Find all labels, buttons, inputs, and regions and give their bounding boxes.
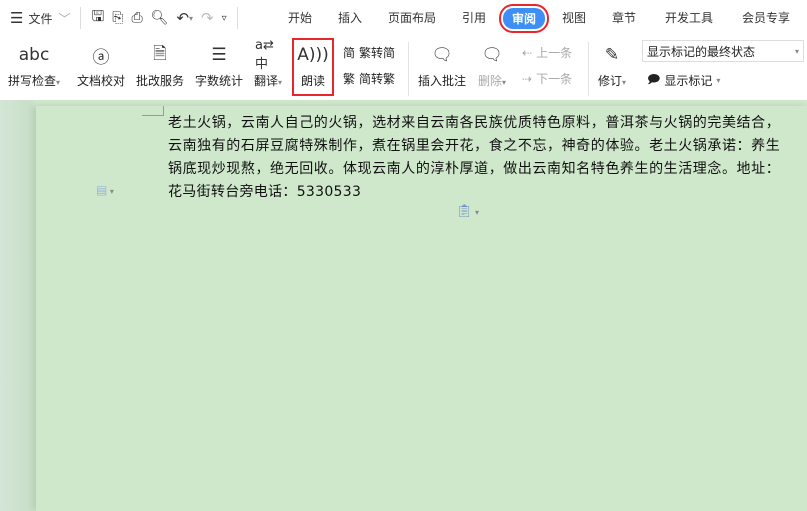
comment-delete-icon: 🗨 <box>481 45 503 65</box>
correction-service-label: 批改服务 <box>136 74 185 88</box>
tab-home[interactable]: 开始 <box>288 9 312 26</box>
translate-label: 翻译 <box>254 74 279 88</box>
document-check-icon: 🗎 <box>153 43 167 64</box>
word-count-icon: ☰ <box>211 45 227 65</box>
simp-to-trad-icon: 繁 <box>343 72 356 86</box>
translate-button[interactable]: a⇄中 翻译▾ <box>254 38 282 89</box>
prev-comment-button[interactable]: ⇠ 上一条 <box>522 44 572 61</box>
delete-comment-button[interactable]: 🗨 删除▾ <box>478 42 506 89</box>
trad-to-simp-button[interactable]: 简繁转简 <box>343 44 395 61</box>
simp-to-trad-button[interactable]: 繁简转繁 <box>343 70 395 87</box>
show-markup-label: 显示标记 <box>664 74 713 88</box>
translate-icon: a⇄中 <box>255 38 274 72</box>
track-changes-icon: ✎ <box>604 45 620 65</box>
print-preview-icon[interactable]: 🔍︎ <box>147 6 173 30</box>
correction-service-button[interactable]: 🗎 批改服务 <box>136 42 184 89</box>
file-menu[interactable]: ☰ 文件 ﹀ <box>6 6 74 30</box>
proofread-button[interactable]: ⓐ 文档校对 <box>77 42 125 89</box>
read-aloud-label: 朗读 <box>300 74 325 88</box>
paragraph-layout-icon[interactable]: ▤ ▾ <box>96 183 114 197</box>
hamburger-icon: ☰ <box>10 9 24 27</box>
save-icon[interactable]: 🖫 <box>87 6 108 30</box>
file-menu-label: 文件 <box>28 11 53 26</box>
word-count-label: 字数统计 <box>195 74 244 88</box>
spell-check-icon: abc <box>18 45 50 65</box>
delete-label: 删除 <box>478 74 503 88</box>
tab-insert[interactable]: 插入 <box>338 9 362 26</box>
track-changes-label: 修订 <box>598 74 623 88</box>
document-page[interactable]: ▤ ▾ 老土火锅，云南人自己的火锅，选材来自云南各民族优质特色原料，普洱茶与火锅… <box>36 106 807 511</box>
next-label: 下一条 <box>536 72 573 86</box>
spell-check-label: 拼写检查 <box>8 74 57 88</box>
trad-to-simp-label: 繁转简 <box>359 46 396 60</box>
prev-icon: ⇠ <box>522 45 533 60</box>
chevron-down-icon: ﹀ <box>58 11 71 26</box>
show-markup-icon: 🗩 <box>647 72 661 86</box>
spell-check-button[interactable]: abc 拼写检查▾ <box>8 42 60 89</box>
proofread-label: 文档校对 <box>77 74 126 88</box>
insert-comment-label: 插入批注 <box>418 74 467 88</box>
read-aloud-button[interactable]: A))) 朗读 <box>292 38 334 96</box>
paste-options-icon[interactable]: 📋︎ ▾ <box>456 204 479 219</box>
tab-developer[interactable]: 开发工具 <box>665 9 713 26</box>
customize-icon[interactable]: ▿ <box>218 6 231 30</box>
next-icon: ⇢ <box>522 71 533 86</box>
insert-comment-button[interactable]: 🗨 插入批注 <box>418 42 466 89</box>
export-icon[interactable]: ⎘ <box>108 6 127 30</box>
next-comment-button[interactable]: ⇢ 下一条 <box>522 70 572 87</box>
undo-icon[interactable]: ↶ ▾ <box>172 6 197 30</box>
read-aloud-icon: A))) <box>297 45 329 65</box>
redo-icon[interactable]: ↷ <box>197 6 218 30</box>
margin-corner-mark <box>142 106 164 116</box>
track-changes-button[interactable]: ✎ 修订▾ <box>598 42 626 89</box>
review-ribbon: abc 拼写检查▾ ⓐ 文档校对 🗎 批改服务 ☰ 字数统计 a⇄中 翻译▾ A))) 朗读… <box>0 36 807 100</box>
proofread-icon: ⓐ <box>92 47 110 68</box>
tab-chapter[interactable]: 章节 <box>612 9 636 26</box>
tab-review[interactable]: 审阅 <box>498 4 550 33</box>
markup-display-select[interactable]: 显示标记的最终状态 ▾ <box>642 40 804 62</box>
tab-page-layout[interactable]: 页面布局 <box>388 9 436 26</box>
tab-membership[interactable]: 会员专享 <box>742 9 790 26</box>
prev-label: 上一条 <box>536 46 573 60</box>
word-count-button[interactable]: ☰ 字数统计 <box>195 42 243 89</box>
simp-to-trad-label: 简转繁 <box>359 72 396 86</box>
markup-select-value: 显示标记的最终状态 <box>647 44 756 59</box>
trad-to-simp-icon: 简 <box>343 46 356 60</box>
comment-add-icon: 🗨 <box>431 45 453 65</box>
tab-references[interactable]: 引用 <box>462 9 486 26</box>
document-area: ▤ ▾ 老土火锅，云南人自己的火锅，选材来自云南各民族优质特色原料，普洱茶与火锅… <box>0 100 807 511</box>
print-icon[interactable]: ⎙ <box>127 6 146 30</box>
tab-view[interactable]: 视图 <box>562 9 586 26</box>
show-markup-button[interactable]: 🗩 显示标记 ▾ <box>647 70 720 91</box>
document-text[interactable]: 老土火锅，云南人自己的火锅，选材来自云南各民族优质特色原料，普洱茶与火锅的完美结… <box>168 112 780 204</box>
